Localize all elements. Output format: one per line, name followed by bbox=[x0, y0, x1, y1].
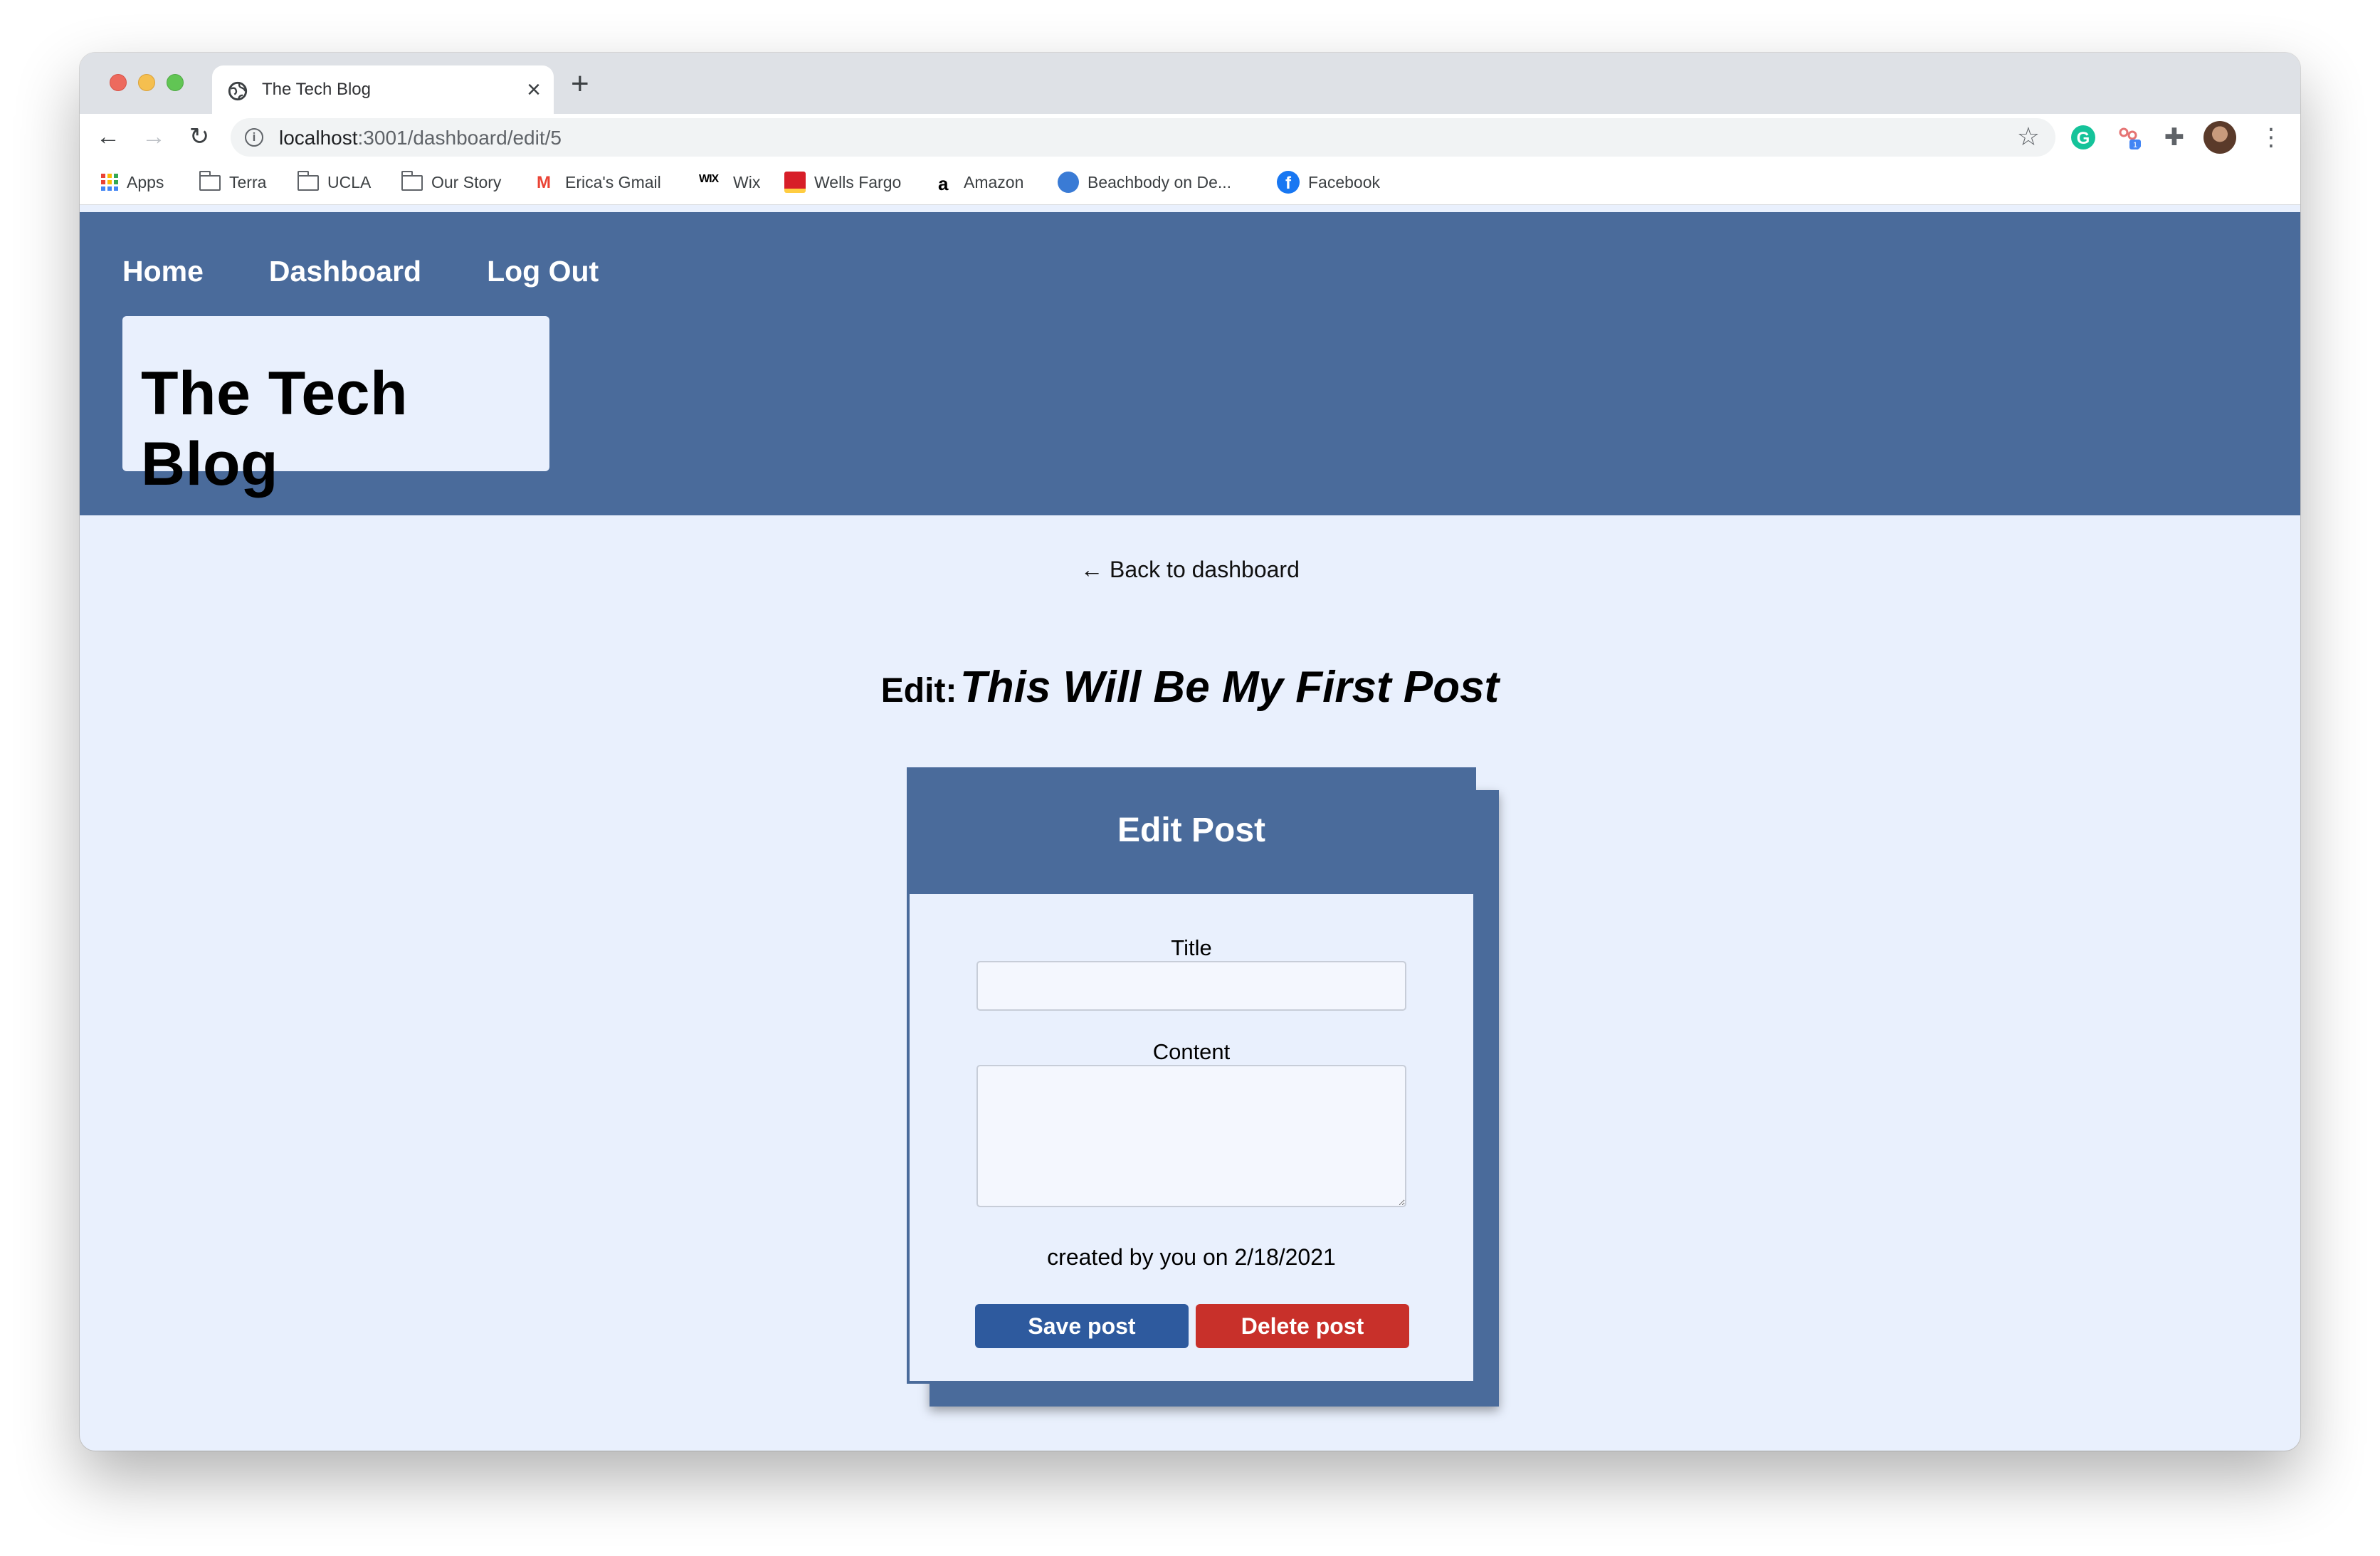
browser-window: The Tech Blog × + ← → ↻ i localhost:3001… bbox=[80, 53, 2300, 1451]
folder-icon bbox=[199, 171, 221, 191]
tab-title: The Tech Blog bbox=[262, 80, 371, 99]
bookmark-label: Wix bbox=[733, 172, 761, 191]
site-header: Home Dashboard Log Out The Tech Blog bbox=[80, 212, 2300, 515]
bookmark-label: Facebook bbox=[1308, 172, 1381, 191]
bookmark-label: Beachbody on De... bbox=[1088, 172, 1232, 191]
title-label: Title bbox=[1171, 935, 1212, 960]
bookmark-label: Wells Fargo bbox=[814, 172, 902, 191]
site-logo: The Tech Blog bbox=[122, 316, 549, 498]
content-label: Content bbox=[1152, 1039, 1231, 1064]
title-input[interactable] bbox=[976, 961, 1406, 1011]
info-icon[interactable]: i bbox=[245, 128, 263, 147]
card-header: Edit Post bbox=[1117, 811, 1265, 849]
bookmark-label: Our Story bbox=[431, 172, 502, 191]
close-window-button[interactable] bbox=[110, 74, 127, 91]
bookmark-wix[interactable]: WIX Wix bbox=[699, 169, 760, 195]
bookmark-amazon[interactable]: a Amazon bbox=[938, 169, 1023, 195]
bookmark-ucla[interactable]: UCLA bbox=[297, 169, 372, 195]
back-arrow-icon[interactable]: ← bbox=[94, 122, 122, 151]
bookmark-apps[interactable]: Apps bbox=[101, 169, 164, 195]
globe-icon bbox=[228, 81, 248, 101]
forward-arrow-icon[interactable]: → bbox=[139, 122, 168, 151]
address-bar[interactable]: i localhost:3001/dashboard/edit/5 ☆ bbox=[231, 118, 2055, 157]
amazon-icon: a bbox=[938, 173, 949, 194]
bookmark-star-icon[interactable]: ☆ bbox=[2017, 122, 2040, 151]
page-title: Edit: This Will Be My First Post bbox=[80, 662, 2300, 713]
bookmark-beachbody[interactable]: Beachbody on De... bbox=[1058, 169, 1231, 195]
site-logo-title: The Tech Blog bbox=[141, 359, 409, 498]
url-host: localhost bbox=[279, 127, 358, 149]
save-post-button[interactable]: Save post bbox=[975, 1304, 1189, 1348]
extensions-puzzle-icon[interactable]: ✚ bbox=[2161, 124, 2188, 151]
post-title: This Will Be My First Post bbox=[959, 663, 1500, 712]
tab-strip: The Tech Blog × + bbox=[80, 53, 2300, 114]
edit-label: Edit: bbox=[880, 672, 957, 710]
bookmark-our-story[interactable]: Our Story bbox=[401, 169, 501, 195]
site-nav: Home Dashboard Log Out bbox=[122, 255, 664, 288]
apps-grid-icon bbox=[101, 174, 118, 191]
browser-toolbar: ← → ↻ i localhost:3001/dashboard/edit/5 … bbox=[80, 114, 2300, 159]
bookmark-wells-fargo[interactable]: Wells Fargo bbox=[784, 169, 901, 195]
bookmark-label: UCLA bbox=[327, 172, 372, 191]
svg-text:1: 1 bbox=[2133, 141, 2137, 149]
bookmarks-bar: Apps Terra UCLA Our Story M Erica's Gmai… bbox=[80, 159, 2300, 205]
maximize-window-button[interactable] bbox=[167, 74, 184, 91]
bookmark-gmail[interactable]: M Erica's Gmail bbox=[537, 169, 661, 195]
nav-logout-link[interactable]: Log Out bbox=[487, 255, 599, 288]
new-tab-icon[interactable]: + bbox=[571, 68, 589, 100]
bookmark-facebook[interactable]: f Facebook bbox=[1277, 169, 1380, 195]
folder-icon bbox=[297, 171, 319, 191]
minimize-window-button[interactable] bbox=[138, 74, 155, 91]
bookmark-label: Erica's Gmail bbox=[565, 172, 661, 191]
folder-icon bbox=[401, 171, 423, 191]
bookmark-terra[interactable]: Terra bbox=[199, 169, 266, 195]
wix-icon: WIX bbox=[699, 173, 719, 185]
tab-close-icon[interactable]: × bbox=[527, 75, 541, 104]
extension-badge-icon[interactable]: 1 bbox=[2115, 124, 2144, 152]
reload-icon[interactable]: ↻ bbox=[185, 122, 214, 151]
browser-menu-icon[interactable]: ⋮ bbox=[2258, 124, 2285, 151]
nav-home-link[interactable]: Home bbox=[122, 255, 204, 288]
grammarly-icon[interactable]: G bbox=[2071, 125, 2095, 149]
bookmark-label: Terra bbox=[229, 172, 267, 191]
back-to-dashboard-link[interactable]: ← Back to dashboard bbox=[80, 557, 2300, 583]
content-textarea[interactable] bbox=[976, 1065, 1406, 1207]
nav-dashboard-link[interactable]: Dashboard bbox=[269, 255, 421, 288]
facebook-icon: f bbox=[1277, 171, 1300, 194]
edit-post-card: Edit Post Title Content created by you o… bbox=[907, 767, 1476, 1384]
bookmark-label: Amazon bbox=[964, 172, 1024, 191]
beachbody-icon bbox=[1058, 172, 1079, 193]
gmail-icon: M bbox=[537, 173, 551, 192]
url-text[interactable]: localhost:3001/dashboard/edit/5 bbox=[279, 127, 562, 149]
profile-avatar[interactable] bbox=[2203, 121, 2236, 154]
browser-tab[interactable]: The Tech Blog × bbox=[212, 65, 554, 114]
url-path: :3001/dashboard/edit/5 bbox=[357, 127, 562, 149]
delete-post-button[interactable]: Delete post bbox=[1196, 1304, 1409, 1348]
bookmark-label: Apps bbox=[127, 172, 164, 191]
wells-fargo-icon bbox=[784, 172, 806, 193]
created-by-text: created by you on 2/18/2021 bbox=[1047, 1244, 1336, 1270]
edit-post-form: Title Content created by you on 2/18/202… bbox=[910, 894, 1473, 1381]
